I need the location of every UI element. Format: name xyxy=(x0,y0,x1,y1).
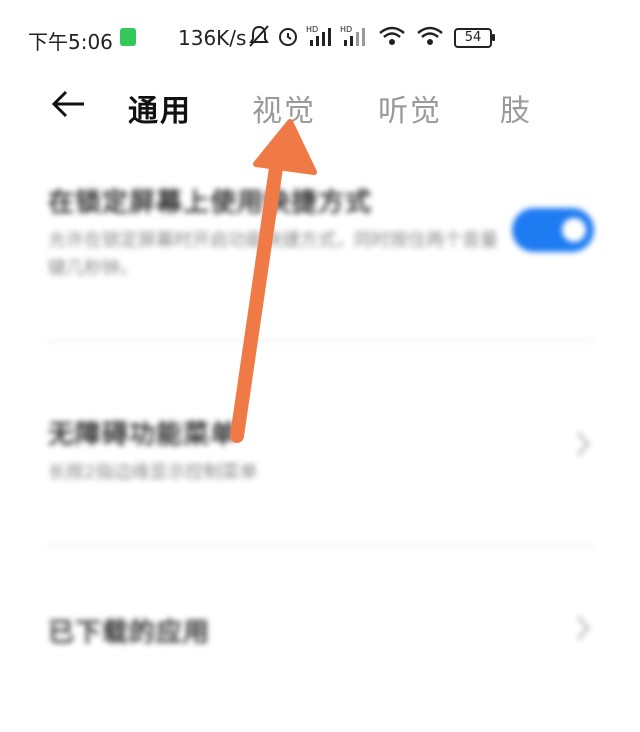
annotation-arrow xyxy=(230,119,317,443)
